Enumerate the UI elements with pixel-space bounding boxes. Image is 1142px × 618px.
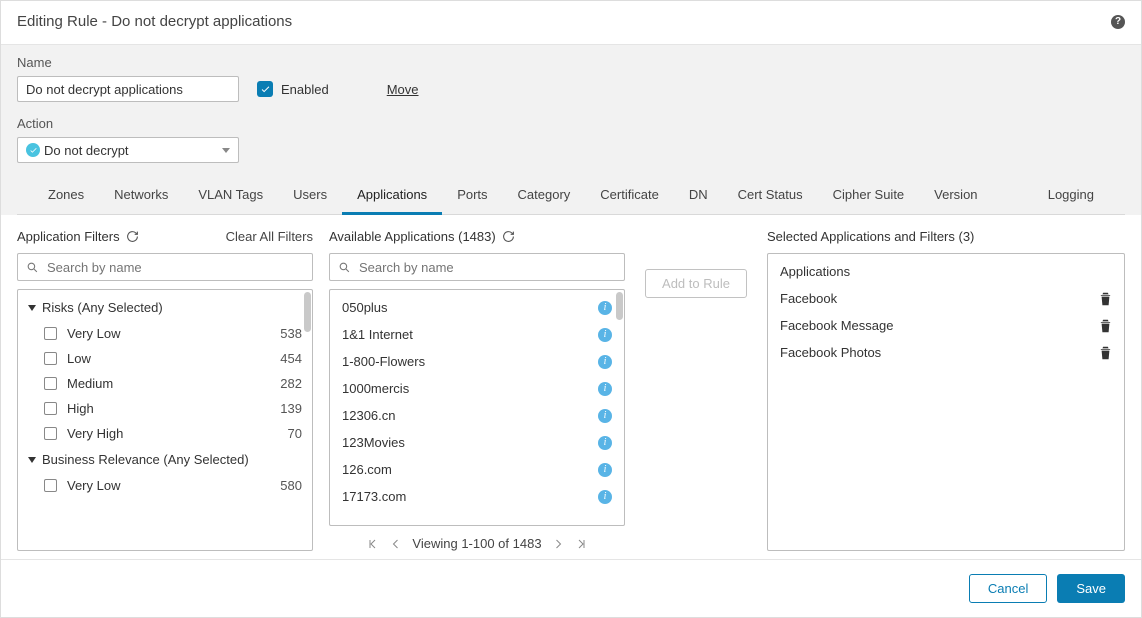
- filter-group-header[interactable]: Business Relevance (Any Selected): [18, 446, 312, 473]
- tab-dn[interactable]: DN: [674, 177, 723, 214]
- dialog-title: Editing Rule - Do not decrypt applicatio…: [17, 13, 292, 30]
- filter-group-header[interactable]: Risks (Any Selected): [18, 294, 312, 321]
- selected-item: Facebook: [768, 285, 1124, 312]
- app-item[interactable]: 050plusi: [330, 294, 624, 321]
- tab-cipher-suite[interactable]: Cipher Suite: [818, 177, 920, 214]
- refresh-icon[interactable]: [126, 230, 139, 243]
- next-page-icon[interactable]: [552, 538, 564, 550]
- filters-search[interactable]: [17, 253, 313, 281]
- checkbox[interactable]: [44, 427, 57, 440]
- tab-version[interactable]: Version: [919, 177, 992, 214]
- app-item[interactable]: 1&1 Interneti: [330, 321, 624, 348]
- filters-header: Application Filters: [17, 229, 120, 244]
- checkbox[interactable]: [44, 402, 57, 415]
- apps-header: Available Applications (1483): [329, 229, 496, 244]
- apps-search[interactable]: [329, 253, 625, 281]
- delete-icon[interactable]: [1099, 319, 1112, 333]
- app-item[interactable]: 17173.comi: [330, 483, 624, 510]
- filters-list: Risks (Any Selected)Very Low538Low454Med…: [17, 289, 313, 551]
- info-icon[interactable]: i: [598, 409, 612, 423]
- delete-icon[interactable]: [1099, 292, 1112, 306]
- name-label: Name: [17, 55, 1125, 70]
- app-item[interactable]: 12306.cni: [330, 402, 624, 429]
- tab-category[interactable]: Category: [503, 177, 586, 214]
- last-page-icon[interactable]: [574, 538, 588, 550]
- action-select[interactable]: Do not decrypt: [17, 137, 239, 163]
- tab-applications[interactable]: Applications: [342, 177, 442, 214]
- tab-users[interactable]: Users: [278, 177, 342, 214]
- refresh-icon[interactable]: [502, 230, 515, 243]
- action-value: Do not decrypt: [44, 143, 129, 158]
- enabled-label: Enabled: [281, 82, 329, 97]
- info-icon[interactable]: i: [598, 382, 612, 396]
- tab-cert-status[interactable]: Cert Status: [723, 177, 818, 214]
- search-icon: [26, 261, 39, 274]
- checkbox[interactable]: [44, 352, 57, 365]
- filter-item[interactable]: High139: [18, 396, 312, 421]
- filter-item[interactable]: Low454: [18, 346, 312, 371]
- apps-search-input[interactable]: [357, 259, 616, 276]
- enabled-checkbox[interactable]: [257, 81, 273, 97]
- add-to-rule-button[interactable]: Add to Rule: [645, 269, 747, 298]
- tab-certificate[interactable]: Certificate: [585, 177, 674, 214]
- scrollbar[interactable]: [303, 292, 311, 548]
- save-button[interactable]: Save: [1057, 574, 1125, 603]
- info-icon[interactable]: i: [598, 490, 612, 504]
- tab-ports[interactable]: Ports: [442, 177, 502, 214]
- info-icon[interactable]: i: [598, 328, 612, 342]
- filter-item[interactable]: Very Low580: [18, 473, 312, 498]
- filter-item[interactable]: Very High70: [18, 421, 312, 446]
- action-label: Action: [17, 116, 1125, 131]
- clear-all-filters[interactable]: Clear All Filters: [226, 229, 313, 244]
- tab-networks[interactable]: Networks: [99, 177, 183, 214]
- checkbox[interactable]: [44, 479, 57, 492]
- chevron-down-icon: [28, 305, 36, 311]
- prev-page-icon[interactable]: [390, 538, 402, 550]
- help-icon[interactable]: ?: [1111, 15, 1125, 29]
- tab-vlan-tags[interactable]: VLAN Tags: [183, 177, 278, 214]
- selected-category: Applications: [768, 258, 1124, 285]
- delete-icon[interactable]: [1099, 346, 1112, 360]
- filters-search-input[interactable]: [45, 259, 304, 276]
- apps-list: 050plusi1&1 Interneti1-800-Flowersi1000m…: [329, 289, 625, 526]
- selected-list: ApplicationsFacebookFacebook MessageFace…: [767, 253, 1125, 551]
- app-item[interactable]: 1000mercisi: [330, 375, 624, 402]
- move-link[interactable]: Move: [387, 82, 419, 97]
- pager-text: Viewing 1-100 of 1483: [412, 536, 541, 551]
- app-item[interactable]: 126.comi: [330, 456, 624, 483]
- search-icon: [338, 261, 351, 274]
- app-item[interactable]: 123Moviesi: [330, 429, 624, 456]
- info-icon[interactable]: i: [598, 301, 612, 315]
- tab-logging[interactable]: Logging: [1033, 177, 1109, 214]
- checkbox[interactable]: [44, 377, 57, 390]
- first-page-icon[interactable]: [366, 538, 380, 550]
- scrollbar[interactable]: [615, 292, 623, 523]
- app-item[interactable]: 1-800-Flowersi: [330, 348, 624, 375]
- info-icon[interactable]: i: [598, 463, 612, 477]
- filter-item[interactable]: Medium282: [18, 371, 312, 396]
- rule-name-input[interactable]: [17, 76, 239, 102]
- pager: Viewing 1-100 of 1483: [329, 526, 625, 551]
- info-icon[interactable]: i: [598, 436, 612, 450]
- chevron-down-icon: [28, 457, 36, 463]
- tab-bar: ZonesNetworksVLAN TagsUsersApplicationsP…: [17, 177, 1125, 215]
- checkbox[interactable]: [44, 327, 57, 340]
- selected-item: Facebook Photos: [768, 339, 1124, 366]
- cancel-button[interactable]: Cancel: [969, 574, 1047, 603]
- filter-item[interactable]: Very Low538: [18, 321, 312, 346]
- selected-item: Facebook Message: [768, 312, 1124, 339]
- info-icon[interactable]: i: [598, 355, 612, 369]
- chevron-down-icon: [222, 148, 230, 153]
- tab-zones[interactable]: Zones: [33, 177, 99, 214]
- do-not-decrypt-icon: [26, 143, 40, 157]
- selected-header: Selected Applications and Filters (3): [767, 229, 974, 244]
